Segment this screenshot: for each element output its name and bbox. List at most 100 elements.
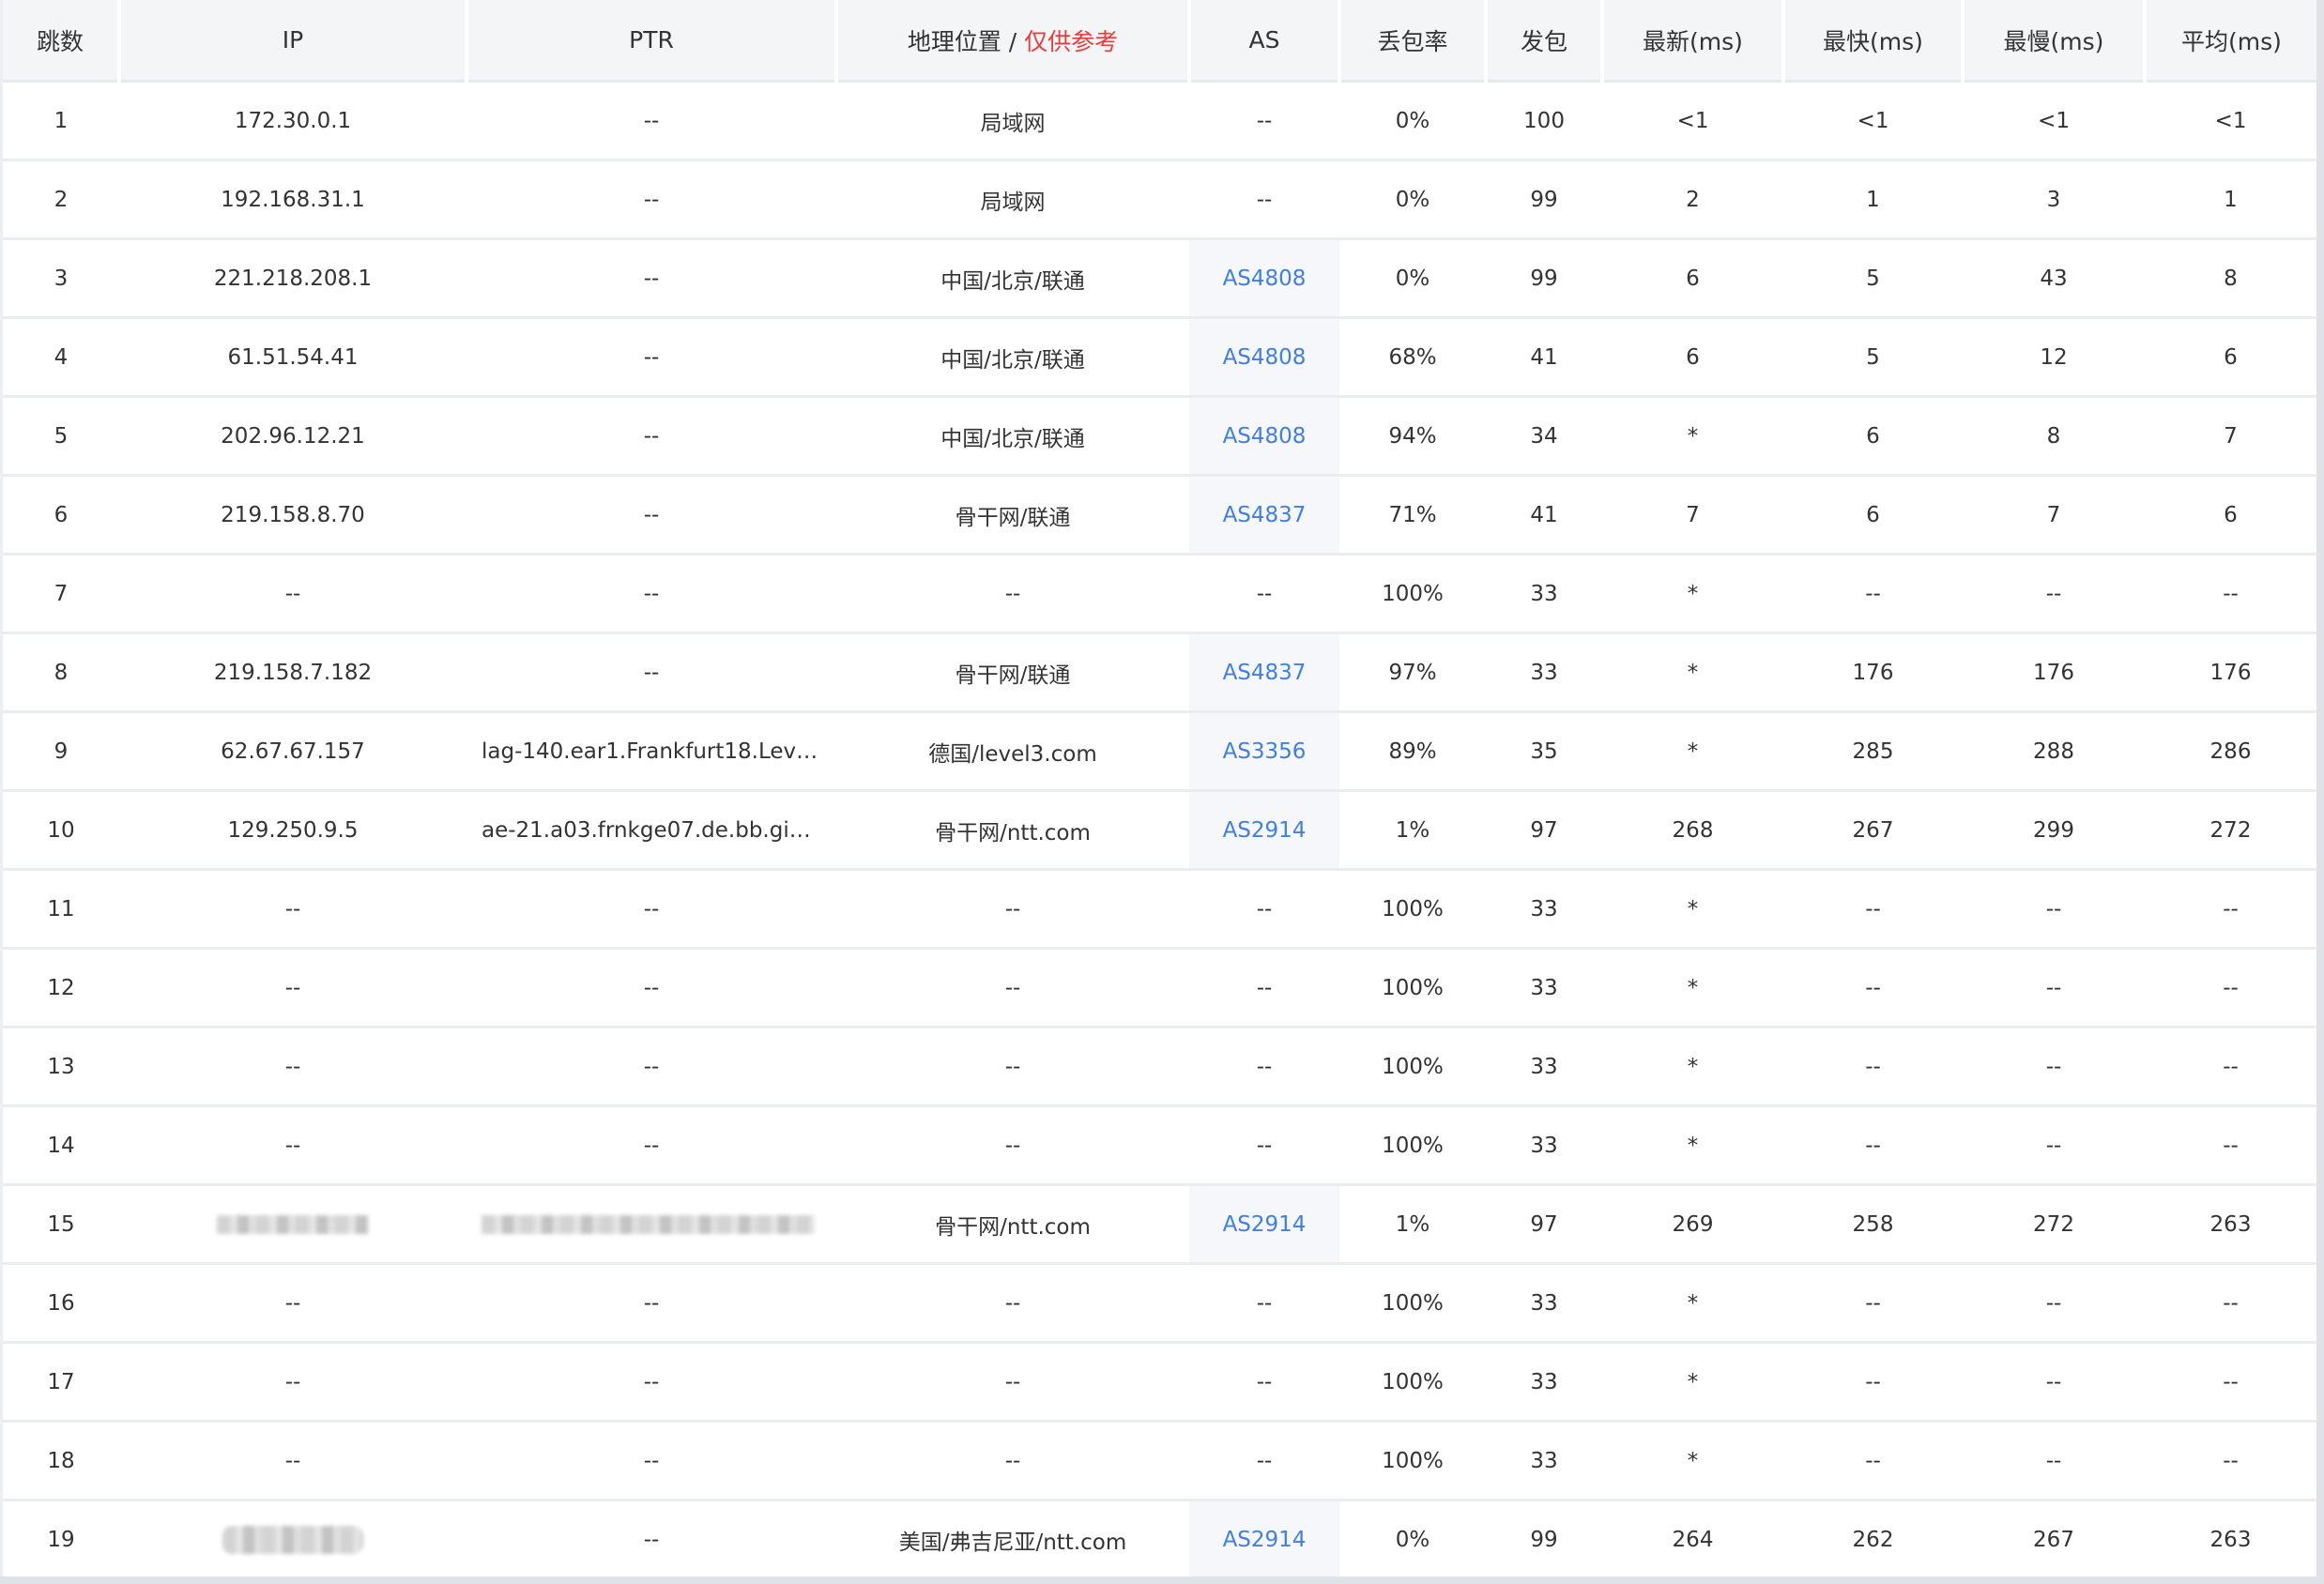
- cell-worst: 8: [1963, 396, 2145, 477]
- cell-sent: 99: [1486, 1500, 1602, 1580]
- cell-ip: 219.158.7.182: [119, 632, 466, 713]
- cell-avg: --: [2145, 869, 2316, 950]
- cell-best: --: [1783, 554, 1963, 634]
- cell-sent: 100: [1486, 81, 1602, 161]
- table-row: 12 -- -- -- -- 100% 33 * -- -- --: [3, 948, 2316, 1028]
- table-row: 17 -- -- -- -- 100% 33 * -- -- --: [3, 1342, 2316, 1423]
- cell-hop: 11: [3, 869, 119, 950]
- cell-worst: --: [1963, 1342, 2145, 1423]
- cell-loss: 100%: [1339, 1263, 1486, 1344]
- cell-last: <1: [1602, 81, 1783, 161]
- column-header-as: AS: [1189, 0, 1341, 83]
- cell-best: 6: [1783, 396, 1963, 477]
- column-header-best: 最快(ms): [1783, 0, 1965, 83]
- cell-as: AS4837: [1189, 632, 1339, 713]
- cell-hop: 6: [3, 475, 119, 556]
- cell-geo: 中国/北京/联通: [836, 238, 1189, 319]
- as-link[interactable]: AS3356: [1223, 739, 1307, 764]
- cell-ptr: --: [466, 869, 836, 950]
- table-row: 3 221.218.208.1 -- 中国/北京/联通 AS4808 0% 99 6 5 43 8: [3, 238, 2316, 319]
- cell-last: *: [1602, 948, 1783, 1028]
- column-header-ip: IP: [119, 0, 468, 83]
- cell-loss: 68%: [1339, 317, 1486, 398]
- traceroute-table: 跳数 IP PTR 地理位置 / 仅供参考 AS 丢包率 发包 最新(ms) 最…: [3, 0, 2316, 1580]
- as-link[interactable]: AS2914: [1223, 1212, 1307, 1237]
- cell-loss: 71%: [1339, 475, 1486, 556]
- as-link[interactable]: AS4808: [1223, 345, 1307, 370]
- cell-worst: --: [1963, 554, 2145, 634]
- cell-hop: 19: [3, 1500, 119, 1580]
- cell-avg: --: [2145, 1105, 2316, 1186]
- geo-header-separator: /: [1001, 27, 1025, 55]
- cell-loss: 0%: [1339, 1500, 1486, 1580]
- cell-sent: 41: [1486, 317, 1602, 398]
- as-link[interactable]: AS4808: [1223, 267, 1307, 291]
- geo-header-note: 仅供参考: [1024, 27, 1119, 55]
- cell-loss: 100%: [1339, 1421, 1486, 1501]
- redacted-ip-mask: [217, 1215, 369, 1234]
- as-link[interactable]: AS2914: [1223, 818, 1307, 843]
- page-frame: 跳数 IP PTR 地理位置 / 仅供参考 AS 丢包率 发包 最新(ms) 最…: [0, 0, 2324, 1584]
- cell-ptr: --: [466, 632, 836, 713]
- as-link[interactable]: AS4837: [1223, 503, 1307, 527]
- cell-ptr: --: [466, 475, 836, 556]
- cell-sent: 33: [1486, 869, 1602, 950]
- cell-ip: --: [119, 1263, 466, 1344]
- cell-ptr: --: [466, 948, 836, 1028]
- cell-ptr: [466, 1184, 836, 1265]
- table-row: 2 192.168.31.1 -- 局域网 -- 0% 99 2 1 3 1: [3, 160, 2316, 240]
- as-link[interactable]: AS4837: [1223, 661, 1307, 685]
- table-row: 14 -- -- -- -- 100% 33 * -- -- --: [3, 1105, 2316, 1186]
- cell-worst: --: [1963, 1105, 2145, 1186]
- table-header-row: 跳数 IP PTR 地理位置 / 仅供参考 AS 丢包率 发包 最新(ms) 最…: [3, 0, 2316, 83]
- cell-loss: 100%: [1339, 948, 1486, 1028]
- cell-ip: 192.168.31.1: [119, 160, 466, 240]
- cell-hop: 10: [3, 790, 119, 871]
- cell-ip: 62.67.67.157: [119, 711, 466, 792]
- cell-as: AS4808: [1189, 396, 1339, 477]
- cell-best: 5: [1783, 317, 1963, 398]
- cell-sent: 97: [1486, 790, 1602, 871]
- table-row: 5 202.96.12.21 -- 中国/北京/联通 AS4808 94% 34 * 6 8 7: [3, 396, 2316, 477]
- cell-last: *: [1602, 1105, 1783, 1186]
- cell-as: AS4837: [1189, 475, 1339, 556]
- cell-geo: --: [836, 1342, 1189, 1423]
- cell-avg: --: [2145, 1027, 2316, 1107]
- column-header-avg: 平均(ms): [2145, 0, 2316, 83]
- cell-worst: --: [1963, 869, 2145, 950]
- cell-ptr: --: [466, 317, 836, 398]
- cell-best: 6: [1783, 475, 1963, 556]
- cell-as: --: [1189, 1263, 1339, 1344]
- as-link[interactable]: AS4808: [1223, 424, 1307, 449]
- cell-best: --: [1783, 1263, 1963, 1344]
- cell-loss: 1%: [1339, 1184, 1486, 1265]
- as-link[interactable]: AS2914: [1223, 1528, 1307, 1552]
- cell-sent: 97: [1486, 1184, 1602, 1265]
- cell-ptr: --: [466, 160, 836, 240]
- cell-geo: 德国/level3.com: [836, 711, 1189, 792]
- cell-best: 5: [1783, 238, 1963, 319]
- cell-as: --: [1189, 1421, 1339, 1501]
- cell-hop: 5: [3, 396, 119, 477]
- cell-loss: 100%: [1339, 1342, 1486, 1423]
- cell-geo: 骨干网/联通: [836, 632, 1189, 713]
- table-row: 8 219.158.7.182 -- 骨干网/联通 AS4837 97% 33 * 176 176…: [3, 632, 2316, 713]
- cell-avg: --: [2145, 948, 2316, 1028]
- cell-best: --: [1783, 948, 1963, 1028]
- column-header-ptr: PTR: [466, 0, 838, 83]
- cell-geo: --: [836, 869, 1189, 950]
- column-header-worst: 最慢(ms): [1963, 0, 2147, 83]
- cell-avg: 8: [2145, 238, 2316, 319]
- cell-sent: 33: [1486, 1105, 1602, 1186]
- column-header-hop: 跳数: [3, 0, 121, 83]
- cell-hop: 12: [3, 948, 119, 1028]
- cell-geo: --: [836, 1027, 1189, 1107]
- column-header-loss: 丢包率: [1339, 0, 1488, 83]
- column-header-geo: 地理位置 / 仅供参考: [836, 0, 1191, 83]
- cell-hop: 2: [3, 160, 119, 240]
- cell-best: 176: [1783, 632, 1963, 713]
- table-row: 6 219.158.8.70 -- 骨干网/联通 AS4837 71% 41 7 6 7 6: [3, 475, 2316, 556]
- cell-best: <1: [1783, 81, 1963, 161]
- cell-ip: --: [119, 1421, 466, 1501]
- redacted-ptr-mask: [482, 1215, 815, 1234]
